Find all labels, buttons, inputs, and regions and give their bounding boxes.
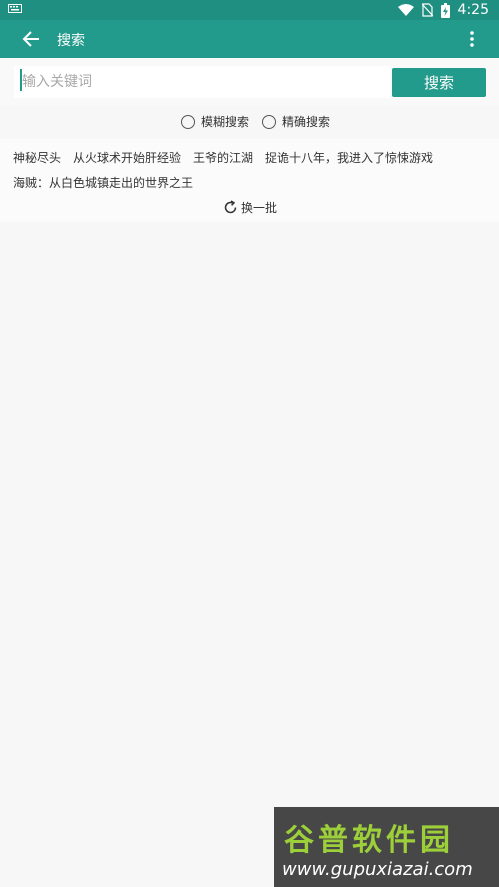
radio-exact-search[interactable]: 精确搜索 — [262, 113, 330, 130]
search-button[interactable]: 搜索 — [392, 68, 486, 97]
app-bar: 搜索 — [0, 20, 499, 58]
page-title: 搜索 — [57, 33, 85, 49]
radio-fuzzy-search[interactable]: 模糊搜索 — [181, 113, 249, 130]
watermark-url: www.gupuxiazai.com — [282, 859, 473, 880]
search-input[interactable] — [14, 66, 390, 98]
wifi-icon — [397, 3, 414, 16]
hot-search-tag[interactable]: 神秘尽头 — [13, 149, 61, 166]
status-bar: 4:25 — [0, 0, 499, 20]
keyboard-icon — [8, 4, 22, 13]
hot-search-tag[interactable]: 从火球术开始肝经验 — [73, 149, 181, 166]
radio-label: 精确搜索 — [282, 115, 331, 129]
radio-circle-icon[interactable] — [262, 114, 276, 129]
watermark-logo: 谷普软件园 www.gupuxiazai.com — [274, 807, 499, 887]
hot-search-tag[interactable]: 王爷的江湖 — [193, 149, 253, 166]
refresh-label: 换一批 — [241, 201, 278, 215]
refresh-icon — [224, 200, 237, 214]
no-sim-icon — [421, 3, 433, 17]
search-mode-group: 模糊搜索 精确搜索 — [0, 111, 499, 133]
radio-label: 模糊搜索 — [201, 115, 250, 129]
status-time: 4:25 — [457, 2, 489, 18]
battery-icon — [440, 2, 450, 18]
hot-search-tag[interactable]: 海贼：从白色城镇走出的世界之王 — [13, 174, 193, 191]
radio-circle-icon[interactable] — [181, 114, 195, 129]
watermark-name: 谷普软件园 — [284, 823, 454, 858]
hot-search-tag[interactable]: 捉诡十八年，我进入了惊悚游戏 — [265, 149, 433, 166]
refresh-tags-button[interactable]: 换一批 — [223, 199, 277, 216]
text-cursor — [20, 69, 22, 91]
back-arrow-icon[interactable] — [20, 28, 42, 50]
more-vert-icon[interactable] — [462, 29, 482, 49]
